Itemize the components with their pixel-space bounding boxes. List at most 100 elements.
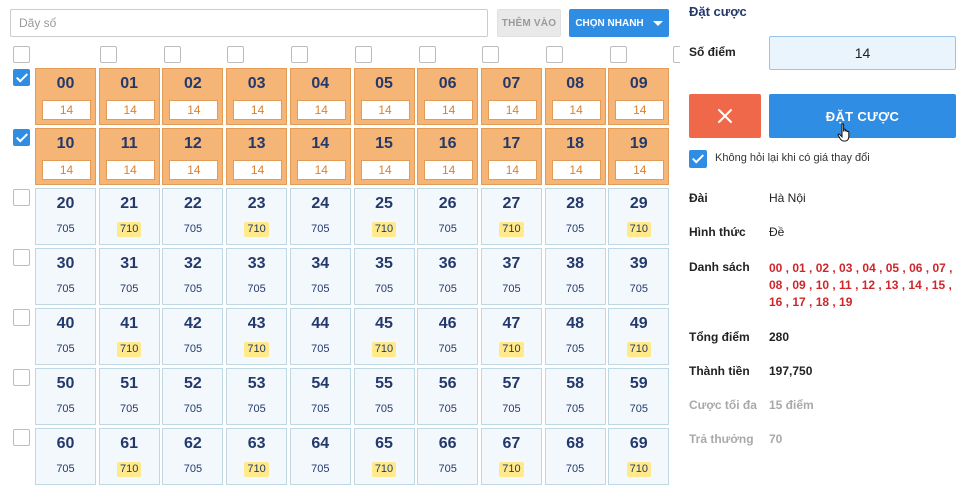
number-sequence-input[interactable] — [10, 9, 488, 37]
number-cell[interactable]: 66 705 — [417, 428, 479, 485]
number-cell[interactable]: 18 14 — [544, 128, 606, 185]
cancel-button[interactable] — [689, 94, 761, 138]
cell-points-input[interactable]: 14 — [169, 160, 219, 180]
number-cell[interactable]: 05 14 — [353, 68, 415, 125]
number-cell[interactable]: 10 14 — [35, 128, 96, 185]
number-cell[interactable]: 27 710 — [480, 188, 542, 245]
number-cell[interactable]: 08 14 — [544, 68, 606, 125]
column-checkbox[interactable] — [609, 46, 627, 63]
column-checkbox[interactable] — [418, 46, 436, 63]
number-cell[interactable]: 12 14 — [162, 128, 224, 185]
column-checkbox[interactable] — [163, 46, 181, 63]
column-checkbox[interactable] — [482, 46, 500, 63]
number-cell[interactable]: 37 705 — [480, 248, 542, 305]
number-cell[interactable]: 38 705 — [544, 248, 606, 305]
number-cell[interactable]: 23 710 — [226, 188, 288, 245]
number-cell[interactable]: 65 710 — [353, 428, 415, 485]
cell-points-input[interactable]: 14 — [42, 160, 91, 180]
number-cell[interactable]: 26 705 — [417, 188, 479, 245]
number-cell[interactable]: 44 705 — [289, 308, 351, 365]
cell-points-input[interactable]: 14 — [487, 160, 537, 180]
number-cell[interactable]: 32 705 — [162, 248, 224, 305]
number-cell[interactable]: 20 705 — [35, 188, 96, 245]
number-cell[interactable]: 56 705 — [417, 368, 479, 425]
number-cell[interactable]: 02 14 — [162, 68, 224, 125]
cell-points-input[interactable]: 14 — [233, 100, 283, 120]
cell-points-input[interactable]: 14 — [551, 100, 601, 120]
column-checkbox[interactable] — [545, 46, 563, 63]
number-cell[interactable]: 09 14 — [608, 68, 670, 125]
cell-points-input[interactable]: 14 — [169, 100, 219, 120]
number-cell[interactable]: 21 710 — [98, 188, 160, 245]
number-cell[interactable]: 68 705 — [544, 428, 606, 485]
column-checkbox[interactable] — [354, 46, 372, 63]
cell-points-input[interactable]: 14 — [296, 160, 346, 180]
cell-points-input[interactable]: 14 — [615, 160, 665, 180]
number-cell[interactable]: 47 710 — [480, 308, 542, 365]
cell-points-input[interactable]: 14 — [296, 100, 346, 120]
number-cell[interactable]: 60 705 — [35, 428, 96, 485]
column-checkbox[interactable] — [291, 46, 309, 63]
number-cell[interactable]: 41 710 — [98, 308, 160, 365]
column-checkbox[interactable] — [673, 46, 680, 63]
number-cell[interactable]: 34 705 — [289, 248, 351, 305]
number-cell[interactable]: 49 710 — [608, 308, 670, 365]
cell-points-input[interactable]: 14 — [105, 100, 155, 120]
number-cell[interactable]: 24 705 — [289, 188, 351, 245]
number-cell[interactable]: 22 705 — [162, 188, 224, 245]
cell-points-input[interactable]: 14 — [42, 100, 91, 120]
points-input[interactable] — [769, 36, 956, 70]
row-checkbox[interactable] — [13, 129, 30, 146]
row-checkbox[interactable] — [13, 249, 30, 266]
cell-points-input[interactable]: 14 — [424, 160, 474, 180]
place-bet-button[interactable]: ĐẶT CƯỢC — [769, 94, 956, 138]
number-cell[interactable]: 07 14 — [480, 68, 542, 125]
number-cell[interactable]: 40 705 — [35, 308, 96, 365]
cell-points-input[interactable]: 14 — [487, 100, 537, 120]
number-cell[interactable]: 25 710 — [353, 188, 415, 245]
column-checkbox[interactable] — [100, 46, 117, 63]
row-checkbox[interactable] — [13, 189, 30, 206]
cell-points-input[interactable]: 14 — [360, 100, 410, 120]
cell-points-input[interactable]: 14 — [551, 160, 601, 180]
number-cell[interactable]: 30 705 — [35, 248, 96, 305]
number-cell[interactable]: 43 710 — [226, 308, 288, 365]
number-cell[interactable]: 00 14 — [35, 68, 96, 125]
number-cell[interactable]: 51 705 — [98, 368, 160, 425]
number-cell[interactable]: 67 710 — [480, 428, 542, 485]
number-cell[interactable]: 46 705 — [417, 308, 479, 365]
number-cell[interactable]: 48 705 — [544, 308, 606, 365]
number-cell[interactable]: 42 705 — [162, 308, 224, 365]
number-cell[interactable]: 63 710 — [226, 428, 288, 485]
cell-points-input[interactable]: 14 — [360, 160, 410, 180]
cell-points-input[interactable]: 14 — [105, 160, 155, 180]
number-cell[interactable]: 36 705 — [417, 248, 479, 305]
number-cell[interactable]: 59 705 — [608, 368, 670, 425]
number-cell[interactable]: 58 705 — [544, 368, 606, 425]
number-cell[interactable]: 61 710 — [98, 428, 160, 485]
row-checkbox[interactable] — [13, 309, 30, 326]
number-cell[interactable]: 35 705 — [353, 248, 415, 305]
number-cell[interactable]: 28 705 — [544, 188, 606, 245]
number-cell[interactable]: 06 14 — [417, 68, 479, 125]
number-cell[interactable]: 01 14 — [98, 68, 160, 125]
number-cell[interactable]: 13 14 — [226, 128, 288, 185]
number-cell[interactable]: 54 705 — [289, 368, 351, 425]
number-cell[interactable]: 29 710 — [608, 188, 670, 245]
number-cell[interactable]: 16 14 — [417, 128, 479, 185]
number-cell[interactable]: 39 705 — [608, 248, 670, 305]
number-cell[interactable]: 64 705 — [289, 428, 351, 485]
number-cell[interactable]: 69 710 — [608, 428, 670, 485]
row-checkbox[interactable] — [13, 429, 30, 446]
cell-points-input[interactable]: 14 — [233, 160, 283, 180]
number-cell[interactable]: 14 14 — [289, 128, 351, 185]
number-cell[interactable]: 17 14 — [480, 128, 542, 185]
number-cell[interactable]: 11 14 — [98, 128, 160, 185]
number-cell[interactable]: 33 705 — [226, 248, 288, 305]
number-cell[interactable]: 57 705 — [480, 368, 542, 425]
number-cell[interactable]: 03 14 — [226, 68, 288, 125]
quick-select-button[interactable]: CHỌN NHANH — [569, 9, 669, 37]
number-cell[interactable]: 04 14 — [289, 68, 351, 125]
number-cell[interactable]: 55 705 — [353, 368, 415, 425]
select-all-checkbox[interactable] — [13, 46, 30, 63]
